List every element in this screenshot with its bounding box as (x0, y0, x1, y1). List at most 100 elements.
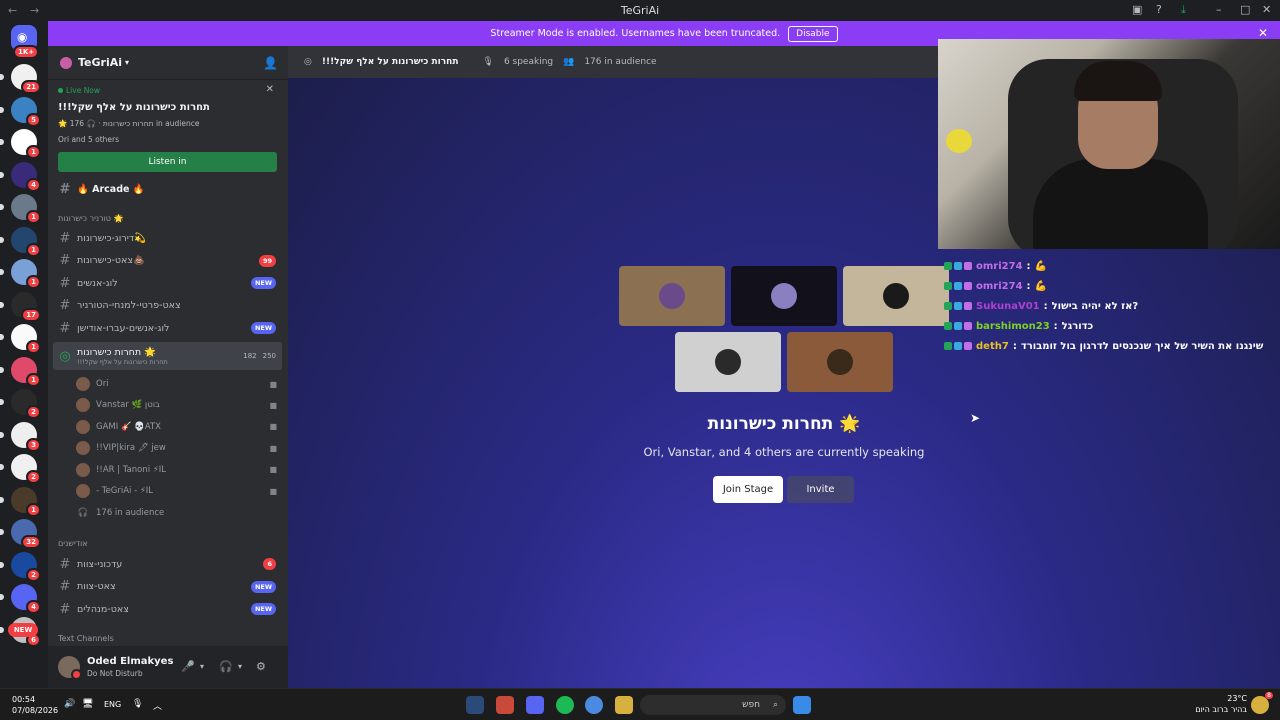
network-icon[interactable]: 🖥 (82, 699, 93, 709)
minimize-icon[interactable]: – (1216, 3, 1222, 16)
unread-pip (0, 431, 4, 438)
category-text-channels[interactable]: Text Channels (58, 634, 114, 643)
direct-messages-button[interactable]: ◉ 1K+ (11, 25, 40, 59)
mouse-cursor-icon: ➤ (970, 411, 981, 425)
server-icon-15[interactable]: 2 (0, 551, 41, 582)
mic-chevron-icon[interactable]: ▾ (200, 662, 204, 671)
unread-pip (0, 74, 4, 80)
disable-streamer-mode-button[interactable]: Disable (788, 25, 838, 42)
new-unreads-pill[interactable]: NEW (8, 623, 38, 637)
server-icon-7[interactable]: 17 (0, 291, 41, 322)
chat-text: 💪 (1034, 260, 1047, 272)
notifications-icon[interactable]: 8 (1251, 692, 1273, 714)
text-channel[interactable]: # עדכוני-צוות 6 (53, 554, 282, 574)
server-icon-16[interactable]: 4 (0, 584, 41, 614)
invite-button[interactable]: Invite (787, 476, 854, 503)
taskbar-clock[interactable]: 00:54 07/08/2026 (12, 694, 58, 716)
server-icon-1[interactable]: 5 (0, 96, 41, 127)
unread-pip (0, 366, 4, 373)
server-icon-6[interactable]: 1 (0, 259, 41, 289)
server-icon-9[interactable]: 1 (0, 356, 41, 387)
invite-people-icon[interactable]: 👤 (263, 56, 278, 70)
speaker-tile[interactable] (843, 266, 949, 326)
server-icon-13[interactable]: 1 (0, 486, 41, 517)
text-channel[interactable]: # לוג-אנשים NEW (53, 273, 282, 293)
language-indicator[interactable]: ENG (104, 700, 121, 709)
user-status: Do Not Disturb (87, 669, 143, 678)
chrome-taskbar-icon[interactable] (585, 696, 603, 714)
text-channel[interactable]: # 💩צאט-כישרונות 99 (53, 251, 282, 271)
close-live-card-icon[interactable]: ✕ (266, 84, 274, 95)
text-channel[interactable]: # צאט-מנהלים NEW (53, 599, 282, 619)
category-auditions[interactable]: אודישנים (58, 539, 88, 548)
speaker-avatar (76, 441, 90, 456)
channel-name: לוג-אנשים-עברו-אודישן (77, 322, 170, 334)
close-window-icon[interactable]: ✕ (1262, 3, 1271, 16)
maximize-icon[interactable]: □ (1240, 3, 1250, 16)
channel-arcade[interactable]: # 🔥 Arcade 🔥 (53, 179, 282, 199)
server-icon-10[interactable]: 2 (0, 389, 41, 419)
mic-tray-icon[interactable]: 🎙 (132, 699, 143, 709)
windows-start-icon[interactable] (793, 696, 811, 714)
settings-gear-icon[interactable]: ⚙ (256, 660, 266, 673)
app-taskbar-icon[interactable] (496, 696, 514, 714)
server-icon-3[interactable]: 4 (0, 161, 41, 192)
stage-icon: ◎ (59, 348, 71, 364)
text-channel[interactable]: # צאט-פרטי-למנחי-הטורניר (53, 296, 282, 316)
tray-expand-icon[interactable]: ︿ (153, 699, 162, 712)
server-icon-5[interactable]: 1 (0, 226, 41, 257)
chat-badge-icon (964, 282, 972, 290)
server-icon-14[interactable]: 32 (0, 519, 41, 549)
text-channel[interactable]: # צאט-צוות NEW (53, 577, 282, 597)
chat-message: deth7: שינגנו את השיר של איך שנכנסים לדרג… (944, 336, 1280, 356)
server-header[interactable]: TeGriAi ▾ 👤 (48, 46, 288, 80)
speaker-row[interactable]: 𝖵𝖺𝗇𝗌𝗍𝖺𝗋 🌿 בוטן ■ (76, 396, 281, 414)
camera-icon: ■ (269, 400, 277, 410)
speaker-row[interactable]: !!AR | Tanoni ⚡IL ■ (76, 461, 281, 479)
category-talent-tournament[interactable]: 🌟 טורניר כישרונות (58, 214, 123, 223)
weather-widget[interactable]: 23°C בהיר ברוב היום (1195, 693, 1247, 715)
chat-username: barshimon23 (976, 320, 1050, 332)
microphone-icon[interactable]: 🎤 (181, 660, 195, 673)
speaker-row[interactable]: Ori ■ (76, 375, 281, 393)
unread-pip (0, 204, 4, 210)
headset-chevron-icon[interactable]: ▾ (238, 662, 242, 671)
server-icon-2[interactable]: 1 (0, 129, 41, 159)
taskbar-search[interactable]: חפש ⌕ (640, 695, 786, 715)
download-icon[interactable]: ⤓ (1181, 3, 1186, 17)
text-channel[interactable]: # 💫דירוג-כישרונות (53, 228, 282, 248)
hash-icon: # (59, 601, 71, 617)
join-stage-button[interactable]: Join Stage (713, 476, 783, 503)
speaker-name: !!AR | Tanoni ⚡IL (96, 464, 167, 475)
speaker-tile[interactable] (619, 266, 725, 326)
headset-icon[interactable]: 🎧 (219, 660, 233, 673)
speaker-tile[interactable] (731, 266, 837, 326)
server-icon-8[interactable]: 1 (0, 324, 41, 354)
server-icon-4[interactable]: 1 (0, 194, 41, 224)
user-avatar[interactable] (58, 656, 82, 680)
server-icon-11[interactable]: 3 (0, 421, 41, 452)
text-channel[interactable]: # לוג-אנשים-עברו-אודישן NEW (53, 318, 282, 338)
chat-badge-icon (944, 262, 952, 270)
spotify-taskbar-icon[interactable] (556, 696, 574, 714)
speaker-row[interactable]: GAMI 🎸 💀ATX ■ (76, 418, 281, 436)
steam-taskbar-icon[interactable] (466, 696, 484, 714)
discord-taskbar-icon[interactable] (526, 696, 544, 714)
audience-count: 176 in audience (96, 508, 165, 518)
volume-icon[interactable]: 🔊 (64, 699, 75, 709)
chat-badge-icon (964, 302, 972, 310)
server-icon-0[interactable]: 21 (0, 64, 41, 94)
audience-row[interactable]: 🎧 176 in audience (76, 504, 281, 522)
speaker-row[interactable]: - TeGriAi - ⚡IL ■ (76, 482, 281, 500)
speaker-row[interactable]: !!VIP|kira 🖋 jew ■ (76, 439, 281, 457)
file-explorer-taskbar-icon[interactable] (615, 696, 633, 714)
listen-in-button[interactable]: Listen in (58, 152, 277, 172)
close-banner-icon[interactable]: ✕ (1258, 26, 1268, 40)
server-icon-12[interactable]: 2 (0, 454, 41, 484)
inbox-icon[interactable]: ▣ (1132, 3, 1142, 16)
help-icon[interactable]: ? (1156, 3, 1162, 16)
speaker-tile[interactable] (787, 332, 893, 392)
speaker-tile[interactable] (675, 332, 781, 392)
stage-channel[interactable]: ◎ 🌟 תחרות כישרונות תחרות כישרונות על אלף… (53, 342, 282, 370)
server-badge: 4 (26, 600, 41, 614)
